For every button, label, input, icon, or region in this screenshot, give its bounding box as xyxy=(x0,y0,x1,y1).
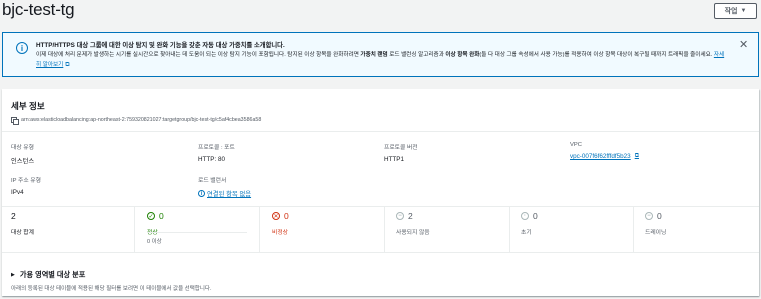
minus-circle-icon: − xyxy=(396,212,404,220)
target-type-label: 대상 유형 xyxy=(11,145,34,151)
divider xyxy=(2,252,759,253)
stat-initial[interactable]: · 0 초기 xyxy=(521,211,538,236)
page-title: bjc-test-tg xyxy=(2,0,75,19)
arn-value: arn:aws:elasticloadbalancing:ap-northeas… xyxy=(21,117,262,123)
target-type-value: 인스턴스 xyxy=(11,158,35,165)
divider xyxy=(384,206,385,252)
check-circle-icon: ✓ xyxy=(147,212,155,220)
vpc-value: vpc-007f6f62fffdf5b23 xyxy=(570,153,631,160)
load-balancer-field: 로드 밸런서 i 연결된 항목 없음 xyxy=(198,175,251,198)
vpc-link[interactable]: vpc-007f6f62fffdf5b23 ⧉ xyxy=(570,153,639,160)
stat-unused-label: 사용되지 않음 xyxy=(396,230,430,236)
divider xyxy=(134,206,135,252)
ip-type-value: IPv4 xyxy=(11,189,24,196)
flash-body-text-1: 이제 대상에 처리 문제가 발생하는 시기를 실시간으로 찾아내는 데 도움이 … xyxy=(36,52,361,58)
caret-right-icon: ▶ xyxy=(11,272,15,278)
stat-total: 2 대상 합계 xyxy=(11,211,34,236)
external-link-icon: ⧉ xyxy=(634,153,639,159)
vpc-field: VPC vpc-007f6f62fffdf5b23 ⧉ xyxy=(570,142,639,160)
divider xyxy=(633,206,634,252)
stat-draining[interactable]: −0 드레이닝 xyxy=(645,211,666,236)
info-icon: i xyxy=(16,42,28,54)
az-distribution-title: 가용 영역별 대상 분포 xyxy=(19,270,86,279)
ip-type-label: IP 주소 유형 xyxy=(11,178,41,184)
actions-button[interactable]: 작업 ▼ xyxy=(714,3,757,19)
load-balancer-label: 로드 밸런서 xyxy=(198,178,227,184)
flash-body-text-3: (둘 다 대상 그룹 속성에서 사용 가능)를 적용하여 이상 항목 대상이 복… xyxy=(479,52,713,58)
stat-unhealthy-value: 0 xyxy=(284,211,289,221)
caret-down-icon: ▼ xyxy=(740,8,747,14)
protocol-version-value: HTTP1 xyxy=(384,156,404,163)
stat-unused[interactable]: −2 사용되지 않음 xyxy=(396,211,430,236)
details-title: 세부 정보 xyxy=(11,101,45,111)
flash-body-bold-1: 가중치 랜덤 xyxy=(360,52,388,58)
actions-button-label: 작업 xyxy=(724,8,738,15)
az-distribution-section: ▶ 가용 영역별 대상 분포 아래의 등록된 대상 테이블에 적용된 해당 필터… xyxy=(11,270,212,292)
stat-draining-value: 0 xyxy=(657,211,662,221)
stat-unhealthy[interactable]: ✕ 0 비정상 xyxy=(272,211,289,236)
flash-body: 이제 대상에 처리 문제가 발생하는 시기를 실시간으로 찾아내는 데 도움이 … xyxy=(36,50,726,70)
divider xyxy=(147,232,247,233)
vpc-label: VPC xyxy=(570,142,582,148)
stat-unused-value: 2 xyxy=(408,211,413,221)
divider xyxy=(2,131,759,132)
stat-unhealthy-label: 비정상 xyxy=(272,230,288,236)
flash-title: HTTP/HTTPS 대상 그룹에 대한 이상 탐지 및 완화 기능을 갖춘 자… xyxy=(36,42,285,49)
az-distribution-toggle[interactable]: ▶ 가용 영역별 대상 분포 xyxy=(11,270,212,280)
target-stats: 2 대상 합계 ✓ 0 정상 0 이상 ✕ 0 비정상 −2 사용되지 않음 · 0 … xyxy=(2,206,759,252)
flash-body-text-2: 로드 밸런싱 알고리즘과 xyxy=(387,52,446,58)
protocol-version-label: 프로토콜 버전 xyxy=(384,145,418,151)
stat-healthy-value: 0 xyxy=(159,211,164,221)
arn-row: arn:aws:elasticloadbalancing:ap-northeas… xyxy=(11,117,262,125)
minus-circle-icon: − xyxy=(645,212,653,220)
stat-total-label: 대상 합계 xyxy=(11,230,34,236)
info-icon: i xyxy=(198,190,205,197)
details-panel: 세부 정보 arn:aws:elasticloadbalancing:ap-no… xyxy=(2,89,759,296)
load-balancer-value: 연결된 항목 없음 xyxy=(207,191,252,198)
protocol-port-field: 프로토콜 : 포트 HTTP: 80 xyxy=(198,142,235,163)
close-icon[interactable]: ✕ xyxy=(739,38,748,51)
stat-total-value: 2 xyxy=(11,211,16,221)
target-type-field: 대상 유형 인스턴스 xyxy=(11,142,34,165)
external-link-icon: ⧉ xyxy=(65,62,70,68)
ip-type-field: IP 주소 유형 IPv4 xyxy=(11,175,41,196)
flash-body-bold-2: 이상 항목 완화 xyxy=(445,52,480,58)
copy-icon[interactable] xyxy=(11,117,19,125)
info-flashbar: i HTTP/HTTPS 대상 그룹에 대한 이상 탐지 및 완화 기능을 갖춘… xyxy=(2,32,759,77)
stat-initial-value: 0 xyxy=(533,211,538,221)
pending-circle-icon: · xyxy=(521,212,529,220)
az-distribution-desc: 아래의 등록된 대상 테이블에 적용된 해당 필터를 보려면 이 테이블에서 값… xyxy=(11,286,212,292)
stat-draining-label: 드레이닝 xyxy=(645,230,667,236)
stat-healthy-anomaly: 0 이상 xyxy=(147,239,162,245)
error-circle-icon: ✕ xyxy=(272,212,280,220)
protocol-port-label: 프로토콜 : 포트 xyxy=(198,145,235,151)
protocol-version-field: 프로토콜 버전 HTTP1 xyxy=(384,142,418,163)
load-balancer-link[interactable]: i 연결된 항목 없음 xyxy=(198,189,251,198)
protocol-port-value: HTTP: 80 xyxy=(198,156,225,163)
divider xyxy=(259,206,260,252)
stat-initial-label: 초기 xyxy=(521,230,532,236)
divider xyxy=(509,206,510,252)
